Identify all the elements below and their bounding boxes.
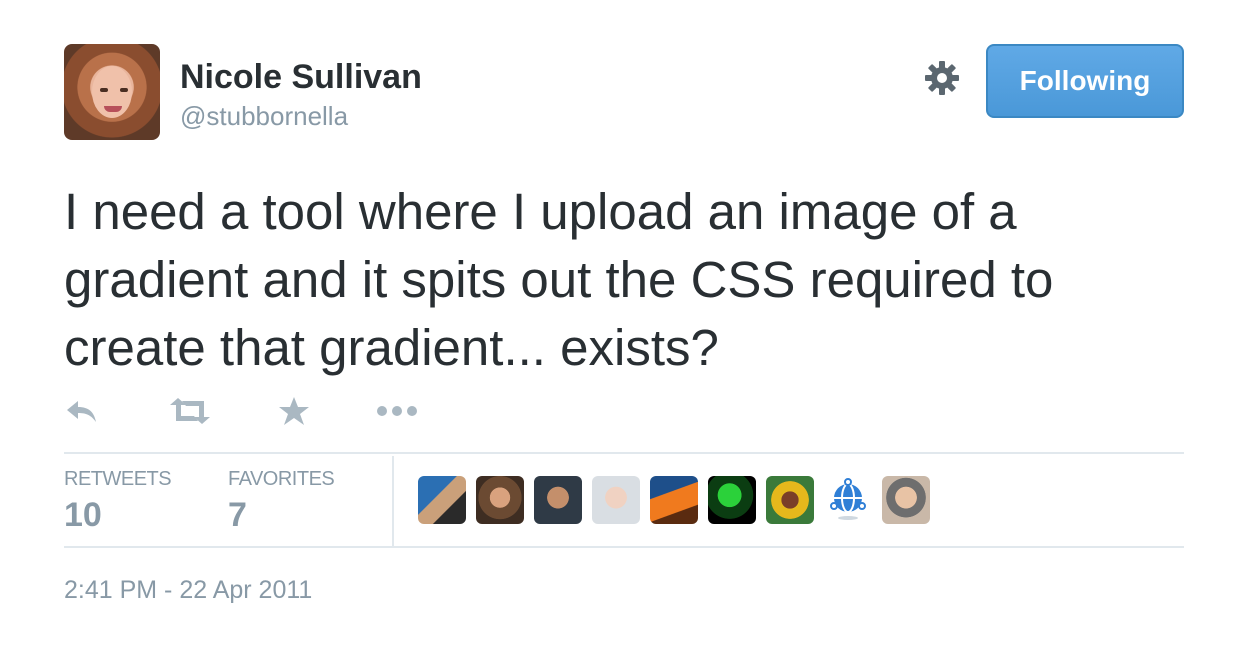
following-button[interactable]: Following	[986, 44, 1184, 118]
author-avatar[interactable]	[64, 44, 160, 140]
gear-icon[interactable]	[922, 58, 962, 98]
tweet-line: gradient and it spits out the CSS requir…	[64, 251, 1054, 308]
globe-icon	[830, 478, 866, 520]
retweet-button[interactable]	[168, 394, 212, 428]
favoriter-avatar-globe[interactable]	[824, 476, 872, 524]
favoriter-avatar[interactable]	[708, 476, 756, 524]
favoriter-avatar[interactable]	[476, 476, 524, 524]
retweets-count[interactable]: 10	[64, 496, 102, 535]
reply-button[interactable]	[64, 394, 100, 428]
favoriter-avatar[interactable]	[766, 476, 814, 524]
more-icon	[377, 406, 417, 416]
divider-top	[64, 452, 1184, 454]
tweet-timestamp[interactable]: 2:41 PM - 22 Apr 2011	[64, 576, 312, 605]
stats-divider	[392, 456, 394, 546]
divider-bottom	[64, 546, 1184, 548]
favoriter-avatar[interactable]	[882, 476, 930, 524]
tweet-line: I need a tool where I upload an image of…	[64, 183, 1017, 240]
more-button[interactable]	[376, 394, 418, 428]
tweet-text: I need a tool where I upload an image of…	[64, 178, 1184, 382]
author-name[interactable]: Nicole Sullivan	[180, 58, 422, 97]
reply-icon	[67, 401, 96, 422]
retweet-icon	[170, 398, 210, 424]
tweet-line: create that gradient... exists?	[64, 319, 719, 376]
favorite-button[interactable]	[278, 394, 310, 428]
favoriter-avatar[interactable]	[650, 476, 698, 524]
retweets-label[interactable]: RETWEETS	[64, 468, 172, 491]
star-icon	[279, 397, 309, 425]
favoriter-avatar[interactable]	[592, 476, 640, 524]
favoriter-avatar[interactable]	[534, 476, 582, 524]
avatar-eye	[100, 88, 108, 92]
favorites-count[interactable]: 7	[228, 496, 247, 535]
favoriter-avatar[interactable]	[418, 476, 466, 524]
favorites-label[interactable]: FAVORITES	[228, 468, 335, 491]
author-handle[interactable]: @stubbornella	[180, 101, 348, 132]
avatar-eye	[120, 88, 128, 92]
favoriters-list	[418, 476, 930, 524]
